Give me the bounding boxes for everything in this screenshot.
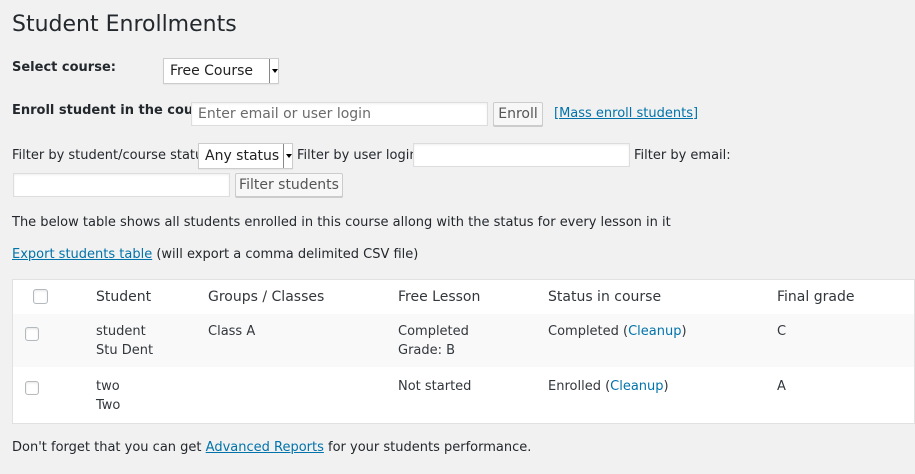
th-final-grade: Final grade [777,289,855,305]
table-row: two Two Not started Enrolled (Cleanup) A [13,367,914,423]
course-status: Enrolled (Cleanup) [548,377,669,396]
th-free-lesson: Free Lesson [398,289,481,305]
info-text: The below table shows all students enrol… [12,215,671,230]
course-status: Completed (Cleanup) [548,322,687,341]
th-status: Status in course [548,289,662,305]
table-header-row: Student Groups / Classes Free Lesson Sta… [13,280,914,314]
advanced-reports-link[interactable]: Advanced Reports [206,440,324,455]
final-grade: C [777,324,787,339]
lesson-status: Completed [398,324,469,339]
status-filter-select[interactable]: Any status [198,143,293,169]
row-checkbox[interactable] [25,327,39,341]
student-name: Two [96,398,121,413]
student-name: Stu Dent [96,343,154,358]
row-checkbox[interactable] [25,381,39,395]
enroll-button[interactable]: Enroll [493,102,543,126]
lesson-grade: Grade: B [398,343,456,358]
status-filter-label: Filter by student/course status: [12,148,215,163]
th-student: Student [96,289,152,305]
course-select-value: Free Course [170,63,254,79]
chevron-down-icon [283,144,292,168]
login-filter-label: Filter by user login: [297,148,422,163]
student-login-link[interactable]: student [96,322,146,341]
course-status-text: Completed ( [548,324,629,339]
student-group: Class A [208,324,256,339]
footer-before: Don't forget that you can get [12,440,206,455]
footer-after: for your students performance. [323,440,532,455]
login-filter-input[interactable] [413,143,630,167]
filter-students-button[interactable]: Filter students [235,173,343,197]
footer-note: Don't forget that you can get Advanced R… [12,440,531,455]
chevron-down-icon [269,59,278,83]
email-filter-input[interactable] [13,173,230,197]
table-row: student Stu Dent Class A Completed Grade… [13,314,914,367]
mass-enroll-link[interactable]: [Mass enroll students] [554,106,698,121]
students-table: Student Groups / Classes Free Lesson Sta… [12,279,915,424]
th-groups: Groups / Classes [208,289,325,305]
export-note: (will export a comma delimited CSV file) [152,247,419,262]
enroll-input-placeholder: Enter email or user login [198,106,371,122]
course-status-text: Enrolled ( [548,379,611,394]
enroll-label: Enroll student in the course: [12,103,222,118]
export-students-link[interactable]: Export students table [12,247,152,262]
export-line: Export students table (will export a com… [12,247,418,262]
select-course-label: Select course: [12,60,116,75]
email-filter-label: Filter by email: [634,148,731,163]
final-grade: A [777,379,786,394]
select-all-checkbox[interactable] [33,289,48,304]
student-login-link[interactable]: two [96,377,120,396]
course-status-close: ) [663,379,669,394]
enroll-input[interactable]: Enter email or user login [191,102,488,126]
cleanup-link[interactable]: Cleanup [628,324,681,339]
cleanup-link[interactable]: Cleanup [610,379,663,394]
course-select[interactable]: Free Course [163,58,279,84]
lesson-status: Not started [398,379,472,394]
page-title: Student Enrollments [12,12,237,37]
status-filter-value: Any status [205,148,280,164]
course-status-close: ) [681,324,687,339]
